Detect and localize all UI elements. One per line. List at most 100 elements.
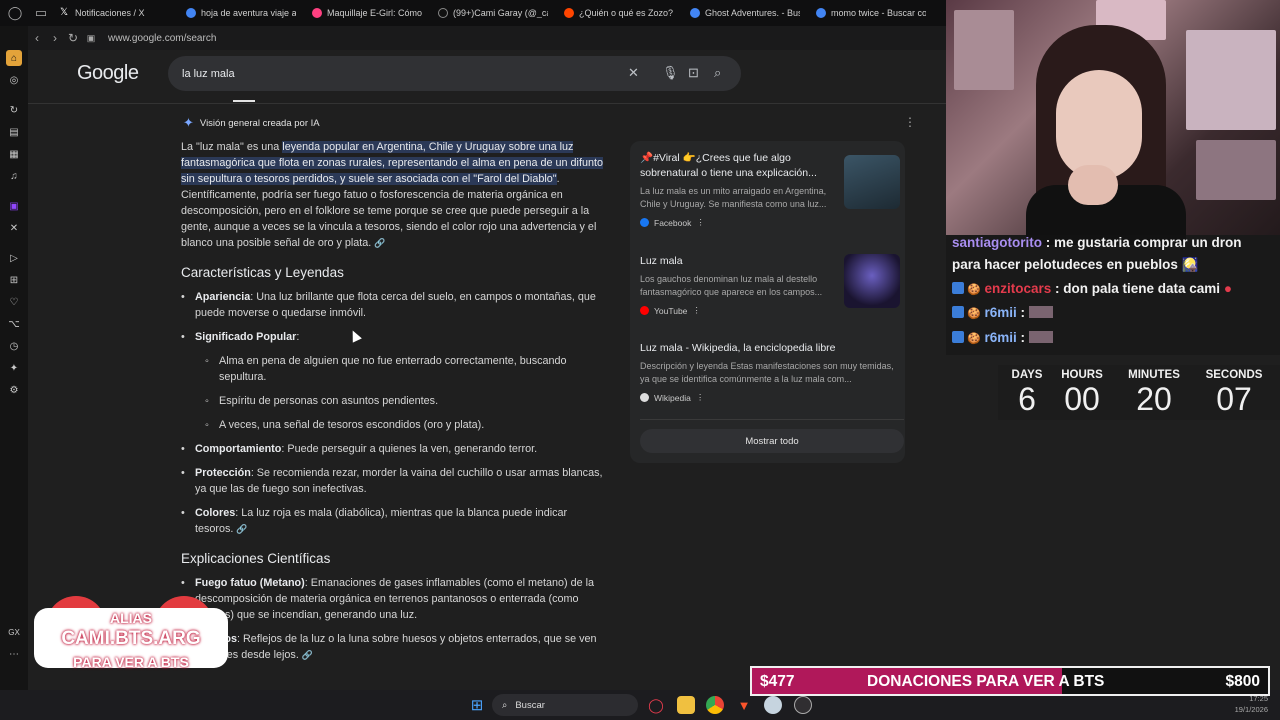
search-box[interactable]: la luz mala ✕ 🎙 ⊡ ⌕ bbox=[168, 56, 741, 91]
source-thumbnail[interactable] bbox=[844, 254, 900, 308]
source-site: Facebook bbox=[654, 217, 692, 228]
more-options-icon[interactable]: ⋮ bbox=[692, 305, 701, 316]
news-icon[interactable]: ▦ bbox=[6, 146, 22, 162]
settings-icon[interactable]: ⚙ bbox=[6, 382, 22, 398]
browser-tab[interactable]: 𝕏 Notificaciones / X bbox=[52, 0, 178, 26]
obs-icon[interactable] bbox=[794, 696, 812, 714]
clock-date: 19/1/2026 bbox=[1234, 705, 1268, 714]
google-header: Google la luz mala ✕ 🎙 ⊡ ⌕ bbox=[28, 50, 946, 104]
music-icon[interactable]: ♫ bbox=[6, 168, 22, 184]
source-title[interactable]: 📌#Viral 👉¿Crees que fue algo sobrenatura… bbox=[640, 151, 830, 181]
taskbar-clock[interactable]: 17:25 19/1/2026 bbox=[1235, 693, 1268, 715]
folder-icon[interactable] bbox=[677, 696, 695, 714]
google-logo[interactable]: Google bbox=[77, 62, 139, 85]
webcam-feed bbox=[946, 0, 1280, 245]
link-icon[interactable]: 🔗 bbox=[236, 524, 247, 534]
sparkle-icon: ✦ bbox=[183, 115, 194, 130]
show-all-button[interactable]: Mostrar todo bbox=[640, 429, 904, 453]
more-options-icon[interactable]: ⋮ bbox=[696, 217, 705, 228]
tab-label: Notificaciones / X bbox=[75, 8, 145, 18]
cookie-icon: 🍪 bbox=[967, 333, 981, 345]
brave-icon[interactable]: ▼ bbox=[735, 696, 753, 714]
timer-label: HOURS bbox=[1061, 369, 1103, 381]
chrome-icon[interactable] bbox=[706, 696, 724, 714]
tab-label: momo twice - Buscar con G bbox=[831, 8, 926, 18]
twitch-icon[interactable]: ▣ bbox=[6, 198, 22, 214]
browser-tab[interactable]: (99+)Cami Garay (@_cami... bbox=[430, 0, 556, 26]
more-options-icon[interactable]: ⋮ bbox=[904, 115, 916, 129]
timer-seconds: SECONDS 07 bbox=[1199, 369, 1269, 418]
item-text: : Una luz brillante que flota cerca del … bbox=[195, 291, 596, 319]
clock-icon[interactable]: ◷ bbox=[6, 338, 22, 354]
bag-icon[interactable]: ▤ bbox=[6, 124, 22, 140]
lens-icon[interactable]: ⊡ bbox=[688, 65, 699, 81]
donation-current: $477 bbox=[760, 673, 795, 690]
youtube-icon bbox=[640, 306, 649, 315]
list-item: Protección: Se recomienda rezar, morder … bbox=[181, 465, 605, 497]
cookie-icon: 🍪 bbox=[967, 284, 981, 296]
emote-icon: 🎑 bbox=[1181, 257, 1199, 272]
history-icon[interactable]: ↻ bbox=[6, 102, 22, 118]
google-icon bbox=[816, 8, 826, 18]
gamepad-icon[interactable]: ◎ bbox=[6, 72, 22, 88]
tiktok-icon bbox=[438, 8, 448, 18]
link-icon[interactable]: 🔗 bbox=[302, 650, 313, 660]
browser-tab[interactable]: hoja de aventura viaje astral bbox=[178, 0, 304, 26]
tab-indicator bbox=[233, 100, 255, 102]
more-options-icon[interactable]: ⋮ bbox=[696, 392, 705, 403]
source-thumbnail[interactable] bbox=[844, 155, 900, 209]
item-label: Colores bbox=[195, 507, 236, 519]
chat-text: para hacer pelotudeces en pueblos bbox=[952, 257, 1178, 272]
chat-message: 🍪 r6mii : bbox=[952, 330, 1053, 345]
chat-message: para hacer pelotudeces en pueblos 🎑 bbox=[952, 257, 1198, 273]
apps-icon[interactable]: ⊞ bbox=[6, 272, 22, 288]
timer-value: 00 bbox=[1064, 381, 1100, 417]
source-card[interactable]: Luz mala Los gauchos denominan luz mala … bbox=[640, 254, 900, 316]
source-site: YouTube bbox=[654, 305, 688, 316]
badge-icon bbox=[952, 282, 964, 294]
link-icon[interactable]: 🔗 bbox=[374, 238, 385, 248]
heart-icon[interactable]: ♡ bbox=[6, 294, 22, 310]
chat-username: r6mii bbox=[984, 305, 1017, 320]
reload-icon[interactable]: ↻ bbox=[64, 31, 82, 45]
opera-gx-icon[interactable]: ◯ bbox=[647, 696, 665, 714]
opera-menu-icon[interactable]: ◯ bbox=[0, 0, 30, 26]
player-icon[interactable]: ▷ bbox=[6, 250, 22, 266]
x-icon[interactable]: ✕ bbox=[6, 220, 22, 236]
page-icon bbox=[312, 8, 322, 18]
chat-overlay: santiagotorito : me gustaria comprar un … bbox=[946, 235, 1280, 355]
more-icon[interactable]: ⋯ bbox=[6, 646, 22, 662]
browser-tab[interactable]: Maquillaje E-Girl: Cómo lograr bbox=[304, 0, 430, 26]
browser-tab[interactable]: momo twice - Buscar con G bbox=[808, 0, 934, 26]
source-title[interactable]: Luz mala bbox=[640, 254, 830, 269]
item-text: : Puede perseguir a quienes la ven, gene… bbox=[281, 443, 538, 455]
timer-value: 20 bbox=[1136, 381, 1172, 417]
back-icon[interactable]: ‹ bbox=[28, 31, 46, 45]
list-item: Significado Popular: Alma en pena de alg… bbox=[181, 329, 605, 433]
windows-start-icon[interactable]: ⊞ bbox=[468, 696, 486, 714]
gx-icon[interactable]: GX bbox=[6, 624, 22, 640]
flow-icon[interactable]: ⌥ bbox=[6, 316, 22, 332]
search-input[interactable]: la luz mala bbox=[182, 68, 235, 80]
tab-list-icon[interactable]: ▭ bbox=[30, 0, 52, 26]
search-icon[interactable]: ⌕ bbox=[714, 65, 721, 81]
list-item: Reflejos: Reflejos de la luz o la luna s… bbox=[181, 631, 605, 663]
browser-tab[interactable]: ¿Quién o qué es Zozo? : r/ bbox=[556, 0, 682, 26]
intro-paragraph: La "luz mala" es una leyenda popular en … bbox=[181, 139, 605, 251]
section-title: Explicaciones Científicas bbox=[181, 551, 331, 566]
home-icon[interactable]: ⌂ bbox=[6, 50, 22, 66]
item-label: Apariencia bbox=[195, 291, 251, 303]
extensions-icon[interactable]: ✦ bbox=[6, 360, 22, 376]
clear-icon[interactable]: ✕ bbox=[628, 65, 639, 81]
browser-tab[interactable]: Ghost Adventures. - Buscar bbox=[682, 0, 808, 26]
taskbar-search[interactable]: ⌕ Buscar bbox=[492, 694, 638, 716]
source-card[interactable]: Luz mala - Wikipedia, la enciclopedia li… bbox=[640, 341, 900, 403]
steam-icon[interactable] bbox=[764, 696, 782, 714]
chat-username: r6mii bbox=[984, 330, 1017, 345]
source-title[interactable]: Luz mala - Wikipedia, la enciclopedia li… bbox=[640, 341, 890, 356]
microphone-icon[interactable]: 🎙 bbox=[662, 65, 679, 81]
chat-username: santiagotorito bbox=[952, 235, 1042, 250]
forward-icon[interactable]: › bbox=[46, 31, 64, 45]
url-field[interactable]: www.google.com/search bbox=[108, 33, 216, 44]
source-card[interactable]: 📌#Viral 👉¿Crees que fue algo sobrenatura… bbox=[640, 151, 900, 228]
